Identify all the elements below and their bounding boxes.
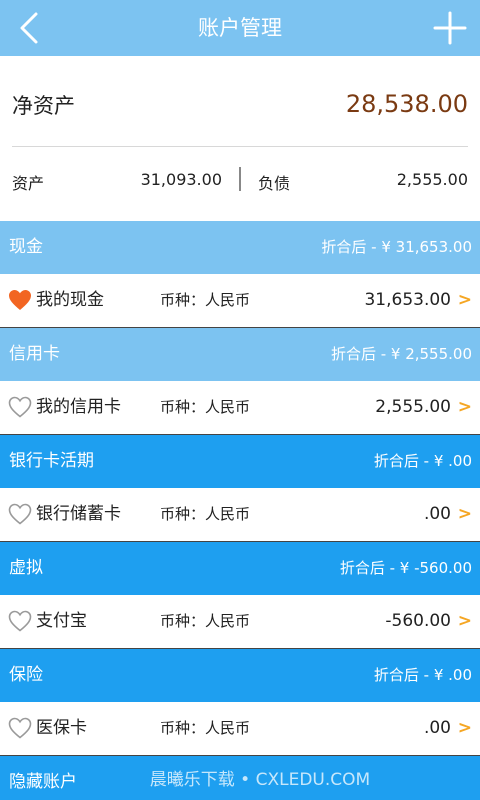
account-row-cash[interactable]: 我的现金 币种：人民币 31,653.00 > xyxy=(0,274,480,328)
section-total: 折合后 - ¥ .00 xyxy=(373,666,472,684)
chevron-right-icon: > xyxy=(457,397,472,417)
liabilities-value: 2,555.00 xyxy=(396,170,468,189)
account-name: 医保卡 xyxy=(36,718,87,738)
net-assets-label: 净资产 xyxy=(12,94,75,118)
account-name: 我的现金 xyxy=(36,290,104,310)
section-name: 保险 xyxy=(9,665,43,685)
section-name: 虚拟 xyxy=(9,558,43,578)
page-title: 账户管理 xyxy=(198,16,282,40)
section-header-virtual[interactable]: 虚拟 折合后 - ¥ -560.00 xyxy=(0,542,480,595)
account-row-medical-card[interactable]: 医保卡 币种：人民币 .00 > xyxy=(0,702,480,756)
section-header-credit-card[interactable]: 信用卡 折合后 - ¥ 2,555.00 xyxy=(0,328,480,381)
section-header-cash[interactable]: 现金 折合后 - ¥ 31,653.00 xyxy=(0,221,480,274)
account-currency: 币种：人民币 xyxy=(160,612,251,630)
section-name: 银行卡活期 xyxy=(9,451,94,471)
section-header-bank-card[interactable]: 银行卡活期 折合后 - ¥ .00 xyxy=(0,435,480,488)
account-name: 我的信用卡 xyxy=(36,397,121,417)
account-currency: 币种：人民币 xyxy=(160,505,251,523)
net-worth-summary: 净资产 28,538.00 资产 31,093.00 负债 2,555.00 xyxy=(0,56,480,221)
chevron-right-icon: > xyxy=(457,718,472,738)
account-row-credit-card[interactable]: 我的信用卡 币种：人民币 2,555.00 > xyxy=(0,381,480,435)
vertical-divider xyxy=(239,167,241,191)
section-total: 折合后 - ¥ .00 xyxy=(373,452,472,470)
section-name: 现金 xyxy=(9,237,43,257)
section-name: 信用卡 xyxy=(9,344,60,364)
account-balance: 2,555.00 xyxy=(375,397,451,417)
assets-label: 资产 xyxy=(12,174,45,193)
heart-outline-icon[interactable] xyxy=(8,717,32,739)
heart-filled-icon[interactable] xyxy=(8,289,32,311)
account-name: 支付宝 xyxy=(36,611,87,631)
app-header: 账户管理 xyxy=(0,0,480,56)
assets-value: 31,093.00 xyxy=(140,170,222,189)
account-balance: .00 xyxy=(423,504,451,524)
account-currency: 币种：人民币 xyxy=(160,398,251,416)
heart-outline-icon[interactable] xyxy=(8,503,32,525)
divider xyxy=(12,146,468,147)
chevron-right-icon: > xyxy=(457,504,472,524)
account-balance: .00 xyxy=(423,718,451,738)
account-currency: 币种：人民币 xyxy=(160,291,251,309)
plus-icon[interactable] xyxy=(432,10,468,46)
section-header-insurance[interactable]: 保险 折合后 - ¥ .00 xyxy=(0,649,480,702)
heart-outline-icon[interactable] xyxy=(8,610,32,632)
section-total: 折合后 - ¥ 2,555.00 xyxy=(330,345,472,363)
net-assets-value: 28,538.00 xyxy=(345,90,468,118)
account-name: 银行储蓄卡 xyxy=(36,504,121,524)
section-total: 折合后 - ¥ 31,653.00 xyxy=(321,238,472,256)
section-name: 隐藏账户 xyxy=(9,772,77,792)
account-balance: 31,653.00 xyxy=(364,290,451,310)
section-total: 折合后 - ¥ -560.00 xyxy=(339,559,472,577)
chevron-right-icon: > xyxy=(457,290,472,310)
account-currency: 币种：人民币 xyxy=(160,719,251,737)
liabilities-label: 负债 xyxy=(258,174,291,193)
account-row-savings-card[interactable]: 银行储蓄卡 币种：人民币 .00 > xyxy=(0,488,480,542)
heart-outline-icon[interactable] xyxy=(8,396,32,418)
chevron-right-icon: > xyxy=(457,611,472,631)
account-row-alipay[interactable]: 支付宝 币种：人民币 -560.00 > xyxy=(0,595,480,649)
section-header-hidden-accounts[interactable]: 隐藏账户 xyxy=(0,756,480,800)
account-balance: -560.00 xyxy=(385,611,451,631)
